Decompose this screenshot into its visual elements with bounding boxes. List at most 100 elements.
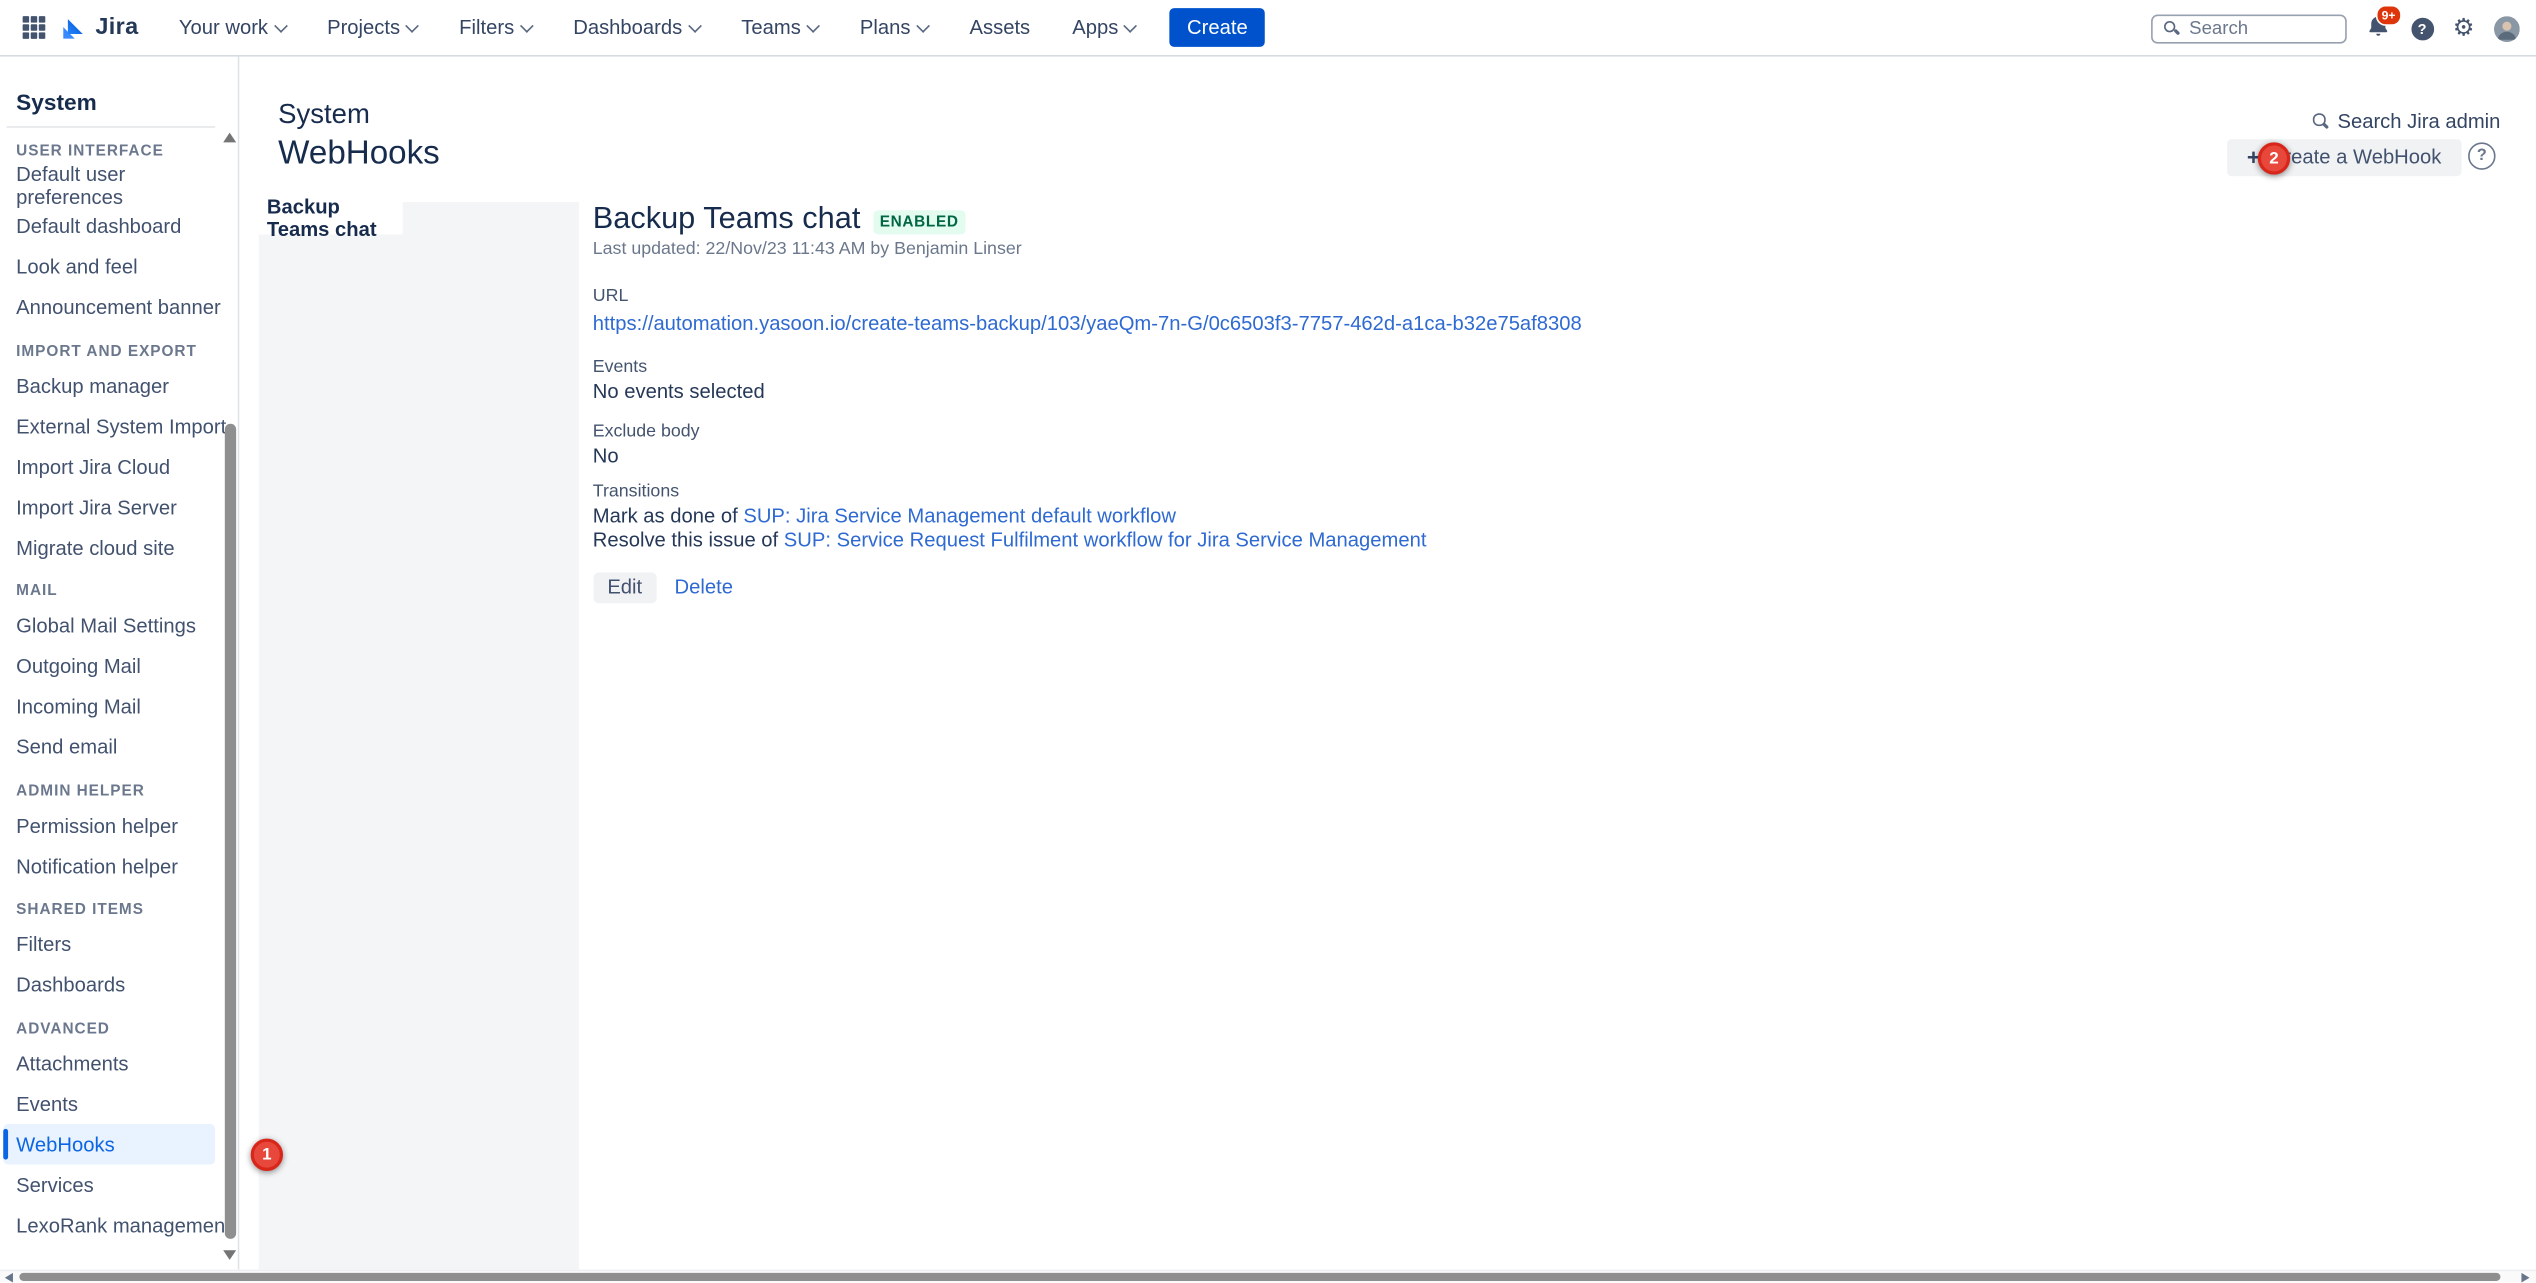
status-badge: ENABLED <box>873 210 965 234</box>
notifications-button[interactable]: 9+ <box>2365 15 2391 42</box>
workflow-link[interactable]: SUP: Jira Service Management default wor… <box>743 505 1176 528</box>
nav-item-dashboards[interactable]: Dashboards <box>552 0 720 56</box>
sidebar-item-look-and-feel[interactable]: Look and feel <box>0 247 237 287</box>
nav-item-teams[interactable]: Teams <box>720 0 839 56</box>
chevron-down-icon <box>688 19 701 32</box>
sidebar-item-label: Backup manager <box>16 374 169 397</box>
sidebar-item-label: Look and feel <box>16 256 137 279</box>
admin-sidebar: System USER INTERFACE Default user prefe… <box>0 57 239 1270</box>
sidebar-item-import-jira-cloud[interactable]: Import Jira Cloud <box>0 446 237 486</box>
create-button[interactable]: Create <box>1169 8 1265 47</box>
nav-item-your-work[interactable]: Your work <box>158 0 306 56</box>
sidebar-item-external-system-import[interactable]: External System Import <box>0 406 237 446</box>
sidebar-item-label: WebHooks <box>16 1133 115 1156</box>
search-jira-admin-link[interactable]: Search Jira admin <box>2313 110 2500 133</box>
nav-item-label: Teams <box>741 16 801 39</box>
chevron-down-icon <box>917 19 930 32</box>
webhook-list-panel: Backup Teams chat <box>258 202 579 1269</box>
sidebar-item-label: Notification helper <box>16 855 178 878</box>
sidebar-item-global-mail-settings[interactable]: Global Mail Settings <box>0 606 237 646</box>
sidebar-item-label: LexoRank management <box>16 1214 231 1237</box>
sidebar-item-permission-helper[interactable]: Permission helper <box>0 805 237 845</box>
sidebar-item-attachments[interactable]: Attachments <box>0 1043 237 1083</box>
sidebar-nav: USER INTERFACE Default user preferences … <box>0 141 237 1246</box>
hscroll-right-arrow[interactable] <box>2521 1273 2529 1283</box>
sidebar-item-label: Filters <box>16 933 71 956</box>
nav-item-label: Assets <box>970 16 1031 39</box>
sidebar-section: SHARED ITEMS <box>0 899 237 922</box>
field-value-host: https://automation.yasoon.io/create-team… <box>593 309 2210 338</box>
sidebar-item-label: Permission helper <box>16 814 178 837</box>
top-navbar: Jira Your work Projects Filters Dashboar… <box>0 0 2536 57</box>
sidebar-item-announcement-banner[interactable]: Announcement banner <box>0 287 237 327</box>
sidebar-item-send-email[interactable]: Send email <box>0 727 237 767</box>
sidebar-item-events[interactable]: Events <box>0 1084 237 1124</box>
chevron-down-icon <box>520 19 533 32</box>
main-content: System WebHooks Search Jira admin + Crea… <box>239 57 2536 1270</box>
nav-item-label: Plans <box>860 16 911 39</box>
sidebar-item-notification-helper[interactable]: Notification helper <box>0 846 237 886</box>
app-switcher-icon[interactable] <box>23 16 46 39</box>
sidebar-item-webhooks[interactable]: WebHooks <box>3 1124 214 1164</box>
sidebar-item-default-dashboard[interactable]: Default dashboard <box>0 206 237 246</box>
nav-item-label: Filters <box>459 16 514 39</box>
webhook-url-link[interactable]: https://automation.yasoon.io/create-team… <box>593 312 1582 335</box>
sidebar-scroll-up-arrow[interactable] <box>222 133 235 143</box>
nav-item-assets[interactable]: Assets <box>948 0 1051 56</box>
sidebar-item-incoming-mail[interactable]: Incoming Mail <box>0 687 237 727</box>
field-label: Events <box>593 357 2210 378</box>
sidebar-item-import-jira-server[interactable]: Import Jira Server <box>0 487 237 527</box>
nav-item-apps[interactable]: Apps <box>1051 0 1156 56</box>
field-label: URL <box>593 286 2210 307</box>
nav-item-label: Apps <box>1072 16 1118 39</box>
navbar-right-cluster: Search 9+ ? ⚙ <box>2150 0 2519 57</box>
settings-gear-icon[interactable]: ⚙ <box>2453 16 2475 40</box>
sidebar-item-services[interactable]: Services <box>0 1164 237 1204</box>
sidebar-item-outgoing-mail[interactable]: Outgoing Mail <box>0 646 237 686</box>
workflow-link[interactable]: SUP: Service Request Fulfilment workflow… <box>784 529 1427 552</box>
webhook-actions: Edit Delete <box>593 572 2210 603</box>
jira-logo-text: Jira <box>95 15 138 41</box>
hscroll-left-arrow[interactable] <box>5 1273 13 1283</box>
sidebar-item-label: Migrate cloud site <box>16 536 174 559</box>
field-value-host: Mark as done of SUP: Jira Service Manage… <box>593 505 2210 554</box>
nav-item-label: Your work <box>179 16 268 39</box>
sidebar-item-filters[interactable]: Filters <box>0 924 237 964</box>
sidebar-section: USER INTERFACE <box>0 141 237 164</box>
webhook-detail-title: Backup Teams chat <box>593 202 861 238</box>
field-value: No <box>593 445 2210 468</box>
field-value-host: No events selected <box>593 380 2210 403</box>
sidebar-item-label: Default user preferences <box>16 163 237 208</box>
sidebar-section-header: SHARED ITEMS <box>0 899 237 922</box>
search-input[interactable]: Search <box>2150 14 2346 43</box>
sidebar-section-header: USER INTERFACE <box>0 141 237 164</box>
sidebar-scroll-down-arrow[interactable] <box>222 1250 235 1260</box>
jira-logo-mark <box>60 14 87 41</box>
sidebar-item-lexorank-management[interactable]: LexoRank management <box>0 1205 237 1245</box>
help-button[interactable]: ? <box>2411 17 2434 40</box>
sidebar-item-migrate-cloud-site[interactable]: Migrate cloud site <box>0 527 237 567</box>
sidebar-item-dashboards[interactable]: Dashboards <box>0 965 237 1005</box>
avatar[interactable] <box>2494 15 2520 41</box>
sidebar-section: ADVANCED <box>0 1018 237 1041</box>
sidebar-item-label: Default dashboard <box>16 215 181 238</box>
sidebar-item-label: Import Jira Server <box>16 496 177 519</box>
sidebar-item-backup-manager[interactable]: Backup manager <box>0 366 237 406</box>
webhook-help-icon[interactable]: ? <box>2468 142 2495 169</box>
nav-item-filters[interactable]: Filters <box>438 0 552 56</box>
sidebar-item-label: Announcement banner <box>16 296 221 319</box>
hscroll-thumb[interactable] <box>19 1273 2500 1282</box>
field-transitions: Transitions Mark as done of SUP: Jira Se… <box>593 482 2210 554</box>
chevron-down-icon <box>1125 19 1138 32</box>
nav-item-projects[interactable]: Projects <box>306 0 438 56</box>
sidebar-scrollbar-thumb[interactable] <box>224 424 235 1239</box>
nav-item-plans[interactable]: Plans <box>839 0 949 56</box>
sidebar-item-label: Outgoing Mail <box>16 655 141 678</box>
jira-logo[interactable]: Jira <box>60 14 139 41</box>
delete-link[interactable]: Delete <box>675 576 733 599</box>
webhook-list-item-backup-teams-chat[interactable]: Backup Teams chat <box>258 202 402 234</box>
edit-button[interactable]: Edit <box>593 572 657 603</box>
sidebar-item-label: Incoming Mail <box>16 695 141 718</box>
sidebar-item-default-user-preferences[interactable]: Default user preferences <box>0 166 237 206</box>
sidebar-section-header: IMPORT AND EXPORT <box>0 340 237 363</box>
